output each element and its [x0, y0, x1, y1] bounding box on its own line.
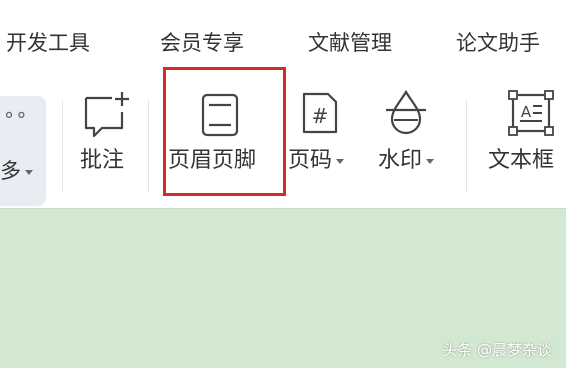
- watermark-button[interactable]: 水印: [372, 80, 446, 208]
- tab-paper-assistant[interactable]: 论文助手: [456, 26, 540, 60]
- svg-text:#: #: [312, 104, 329, 128]
- more-label: 多: [0, 159, 21, 183]
- textbox-icon: A: [508, 90, 554, 136]
- svg-text:A: A: [521, 103, 532, 121]
- more-button[interactable]: ° ° 多: [0, 96, 46, 206]
- comment-label: 批注: [80, 148, 125, 173]
- textbox-label: 文本框: [488, 148, 555, 173]
- tab-reference-management[interactable]: 文献管理: [308, 26, 392, 60]
- watermark-text: 头条 @晨梦杂谈: [442, 341, 552, 359]
- comment-add-icon: [84, 92, 129, 138]
- more-dots-icon: ° °: [4, 108, 26, 132]
- chevron-down-icon: [336, 158, 345, 164]
- page-number-button[interactable]: # 页码: [288, 80, 354, 208]
- watermark-label: 水印: [378, 148, 423, 173]
- page-number-label: 页码: [288, 148, 333, 173]
- comment-button[interactable]: 批注: [72, 80, 138, 208]
- toolbar-divider: [466, 100, 467, 192]
- header-footer-highlight-box: [163, 67, 286, 196]
- page-number-icon: #: [302, 92, 338, 134]
- tab-member-exclusive[interactable]: 会员专享: [160, 26, 244, 60]
- toolbar-divider: [62, 100, 63, 192]
- toolbar-divider: [148, 100, 149, 192]
- tab-developer-tools[interactable]: 开发工具: [6, 26, 90, 60]
- chevron-down-icon: [25, 169, 33, 175]
- chevron-down-icon: [426, 158, 435, 164]
- textbox-button[interactable]: A 文本框: [486, 80, 566, 208]
- watermark-icon: [386, 89, 426, 135]
